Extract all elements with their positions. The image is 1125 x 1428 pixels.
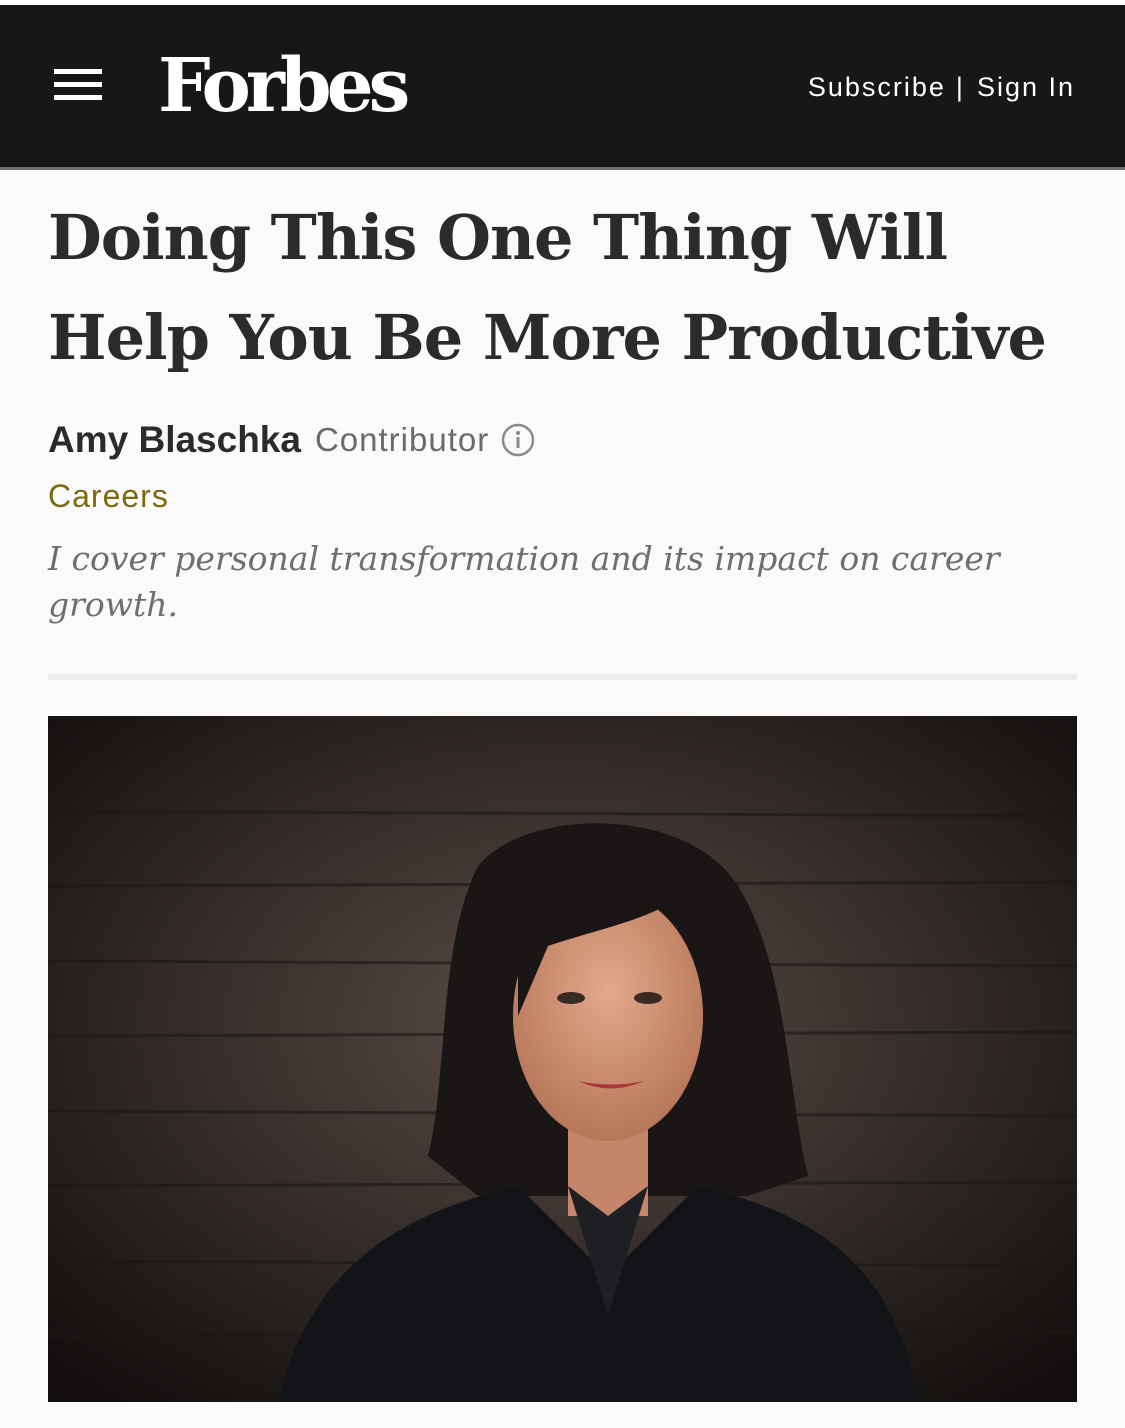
auth-separator: |: [955, 72, 965, 102]
sign-in-link[interactable]: Sign In: [977, 72, 1075, 102]
hamburger-menu-icon[interactable]: [54, 69, 102, 103]
category-link[interactable]: Careers: [48, 478, 169, 515]
author-bio: I cover personal transformation and its …: [48, 539, 1000, 624]
byline: Amy Blaschka Contributor: [48, 418, 535, 462]
info-circle-icon[interactable]: [501, 423, 535, 457]
subscribe-link[interactable]: Subscribe: [808, 72, 946, 102]
site-header: Forbes Subscribe | Sign In: [0, 5, 1125, 170]
section-divider: [48, 674, 1077, 680]
author-name[interactable]: Amy Blaschka: [48, 419, 301, 461]
article-title: Doing This One Thing Will Help You Be Mo…: [48, 201, 1047, 374]
forbes-logo[interactable]: Forbes: [158, 41, 410, 131]
author-role: Contributor: [314, 421, 490, 458]
auth-links: Subscribe | Sign In: [808, 69, 1075, 105]
author-photo: [48, 716, 1077, 1402]
